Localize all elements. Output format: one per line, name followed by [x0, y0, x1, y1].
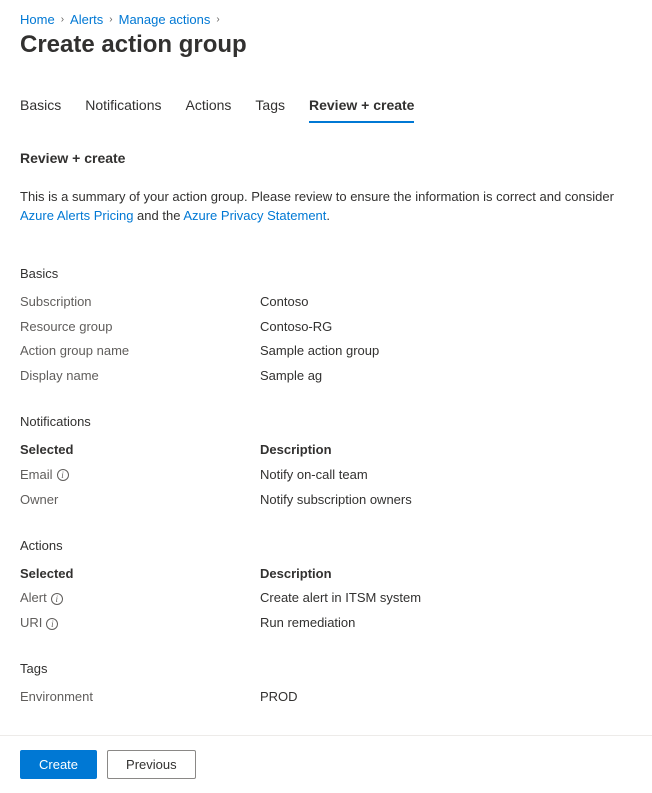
breadcrumb-alerts[interactable]: Alerts [70, 12, 103, 27]
breadcrumb-home[interactable]: Home [20, 12, 55, 27]
table-row: URI Run remediation [20, 614, 632, 633]
tab-review-create[interactable]: Review + create [309, 89, 414, 123]
table-header: Selected Description [20, 565, 632, 584]
table-row: Action group name Sample action group [20, 342, 632, 361]
label-resource-group: Resource group [20, 318, 260, 337]
value-uri: Run remediation [260, 614, 355, 633]
label-uri: URI [20, 614, 42, 633]
value-action-group-name: Sample action group [260, 342, 379, 361]
table-header: Selected Description [20, 441, 632, 460]
value-display-name: Sample ag [260, 367, 322, 386]
header-selected: Selected [20, 565, 260, 584]
value-email: Notify on-call team [260, 466, 368, 485]
link-azure-alerts-pricing[interactable]: Azure Alerts Pricing [20, 208, 133, 223]
label-alert: Alert [20, 589, 47, 608]
basics-title: Basics [20, 266, 632, 281]
review-heading: Review + create [20, 150, 632, 166]
notifications-title: Notifications [20, 414, 632, 429]
basics-section: Basics Subscription Contoso Resource gro… [20, 266, 632, 386]
tab-actions[interactable]: Actions [186, 89, 232, 123]
tabs: Basics Notifications Actions Tags Review… [20, 89, 632, 124]
header-selected: Selected [20, 441, 260, 460]
breadcrumb-manage-actions[interactable]: Manage actions [119, 12, 211, 27]
tab-notifications[interactable]: Notifications [85, 89, 161, 123]
label-environment: Environment [20, 688, 260, 707]
actions-section: Actions Selected Description Alert Creat… [20, 538, 632, 634]
value-environment: PROD [260, 688, 298, 707]
link-azure-privacy-statement[interactable]: Azure Privacy Statement [183, 208, 326, 223]
value-resource-group: Contoso-RG [260, 318, 332, 337]
label-owner: Owner [20, 491, 260, 510]
tab-tags[interactable]: Tags [255, 89, 285, 123]
value-alert: Create alert in ITSM system [260, 589, 421, 608]
header-description: Description [260, 441, 332, 460]
label-display-name: Display name [20, 367, 260, 386]
previous-button[interactable]: Previous [107, 750, 196, 779]
info-icon[interactable] [46, 618, 58, 630]
label-subscription: Subscription [20, 293, 260, 312]
table-row: Display name Sample ag [20, 367, 632, 386]
table-row: Subscription Contoso [20, 293, 632, 312]
page-title: Create action group [20, 31, 632, 59]
footer: Create Previous [0, 735, 652, 793]
chevron-right-icon: › [109, 14, 112, 25]
breadcrumb: Home › Alerts › Manage actions › [20, 12, 632, 27]
info-icon[interactable] [51, 593, 63, 605]
label-email: Email [20, 466, 53, 485]
notifications-section: Notifications Selected Description Email… [20, 414, 632, 510]
table-row: Environment PROD [20, 688, 632, 707]
label-action-group-name: Action group name [20, 342, 260, 361]
tags-section: Tags Environment PROD [20, 661, 632, 707]
chevron-right-icon: › [216, 14, 219, 25]
tags-title: Tags [20, 661, 632, 676]
info-icon[interactable] [57, 469, 69, 481]
create-button[interactable]: Create [20, 750, 97, 779]
value-owner: Notify subscription owners [260, 491, 412, 510]
header-description: Description [260, 565, 332, 584]
tab-basics[interactable]: Basics [20, 89, 61, 123]
chevron-right-icon: › [61, 14, 64, 25]
table-row: Owner Notify subscription owners [20, 491, 632, 510]
value-subscription: Contoso [260, 293, 308, 312]
actions-title: Actions [20, 538, 632, 553]
table-row: Resource group Contoso-RG [20, 318, 632, 337]
table-row: Alert Create alert in ITSM system [20, 589, 632, 608]
intro-text: This is a summary of your action group. … [20, 188, 632, 226]
table-row: Email Notify on-call team [20, 466, 632, 485]
